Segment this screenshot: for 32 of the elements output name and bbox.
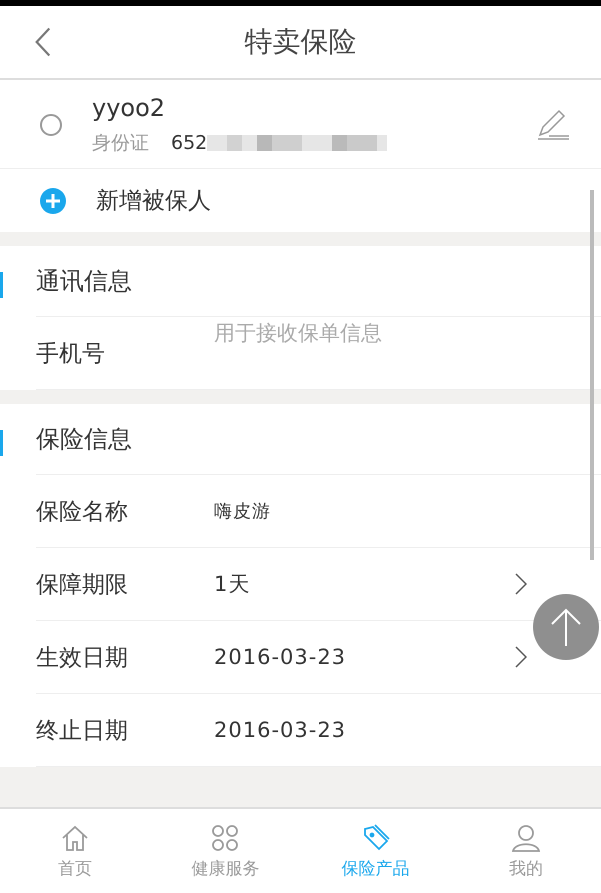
add-icon[interactable] (40, 188, 66, 214)
tab[interactable]: 保险产品 (300, 809, 451, 893)
tab[interactable]: 首页 (0, 809, 150, 893)
user-icon (510, 822, 541, 852)
chevron-icon[interactable] (515, 573, 527, 595)
insured-name: yyoo2 (92, 94, 166, 122)
tab[interactable]: 健康服务 (150, 809, 300, 893)
tab[interactable]: 我的 (450, 809, 601, 893)
field-label: 终止日期 (36, 716, 129, 746)
section-title: 通讯信息 (36, 266, 132, 297)
add-insured-link[interactable]: 新增被保人 (96, 185, 211, 216)
pencil-icon[interactable] (535, 107, 571, 143)
field-label: 手机号 (36, 340, 106, 368)
phone-field[interactable]: 用于接收保单信息 (214, 321, 454, 345)
back-icon[interactable] (34, 26, 52, 58)
id-number: 652 (171, 132, 208, 154)
field-label: 保障期限 (36, 570, 129, 600)
field-value[interactable]: 2016-03-23 (214, 645, 346, 669)
grid-icon (210, 822, 240, 852)
accent-bar (0, 272, 3, 298)
id-label: 身份证 (92, 131, 149, 156)
radio-button[interactable] (40, 114, 62, 136)
field-value[interactable]: 1天 (214, 570, 250, 598)
chevron-icon[interactable] (515, 646, 527, 668)
section-title: 保险信息 (36, 424, 132, 455)
back-to-top-button[interactable] (533, 594, 599, 660)
field-value: 2016-03-23 (214, 718, 346, 742)
field-label: 生效日期 (36, 644, 129, 672)
page-title: 特卖保险 (244, 24, 356, 60)
field-label: 保险名称 (36, 498, 129, 526)
accent-bar (0, 430, 3, 456)
field-value: 嗨皮游 (214, 500, 271, 523)
